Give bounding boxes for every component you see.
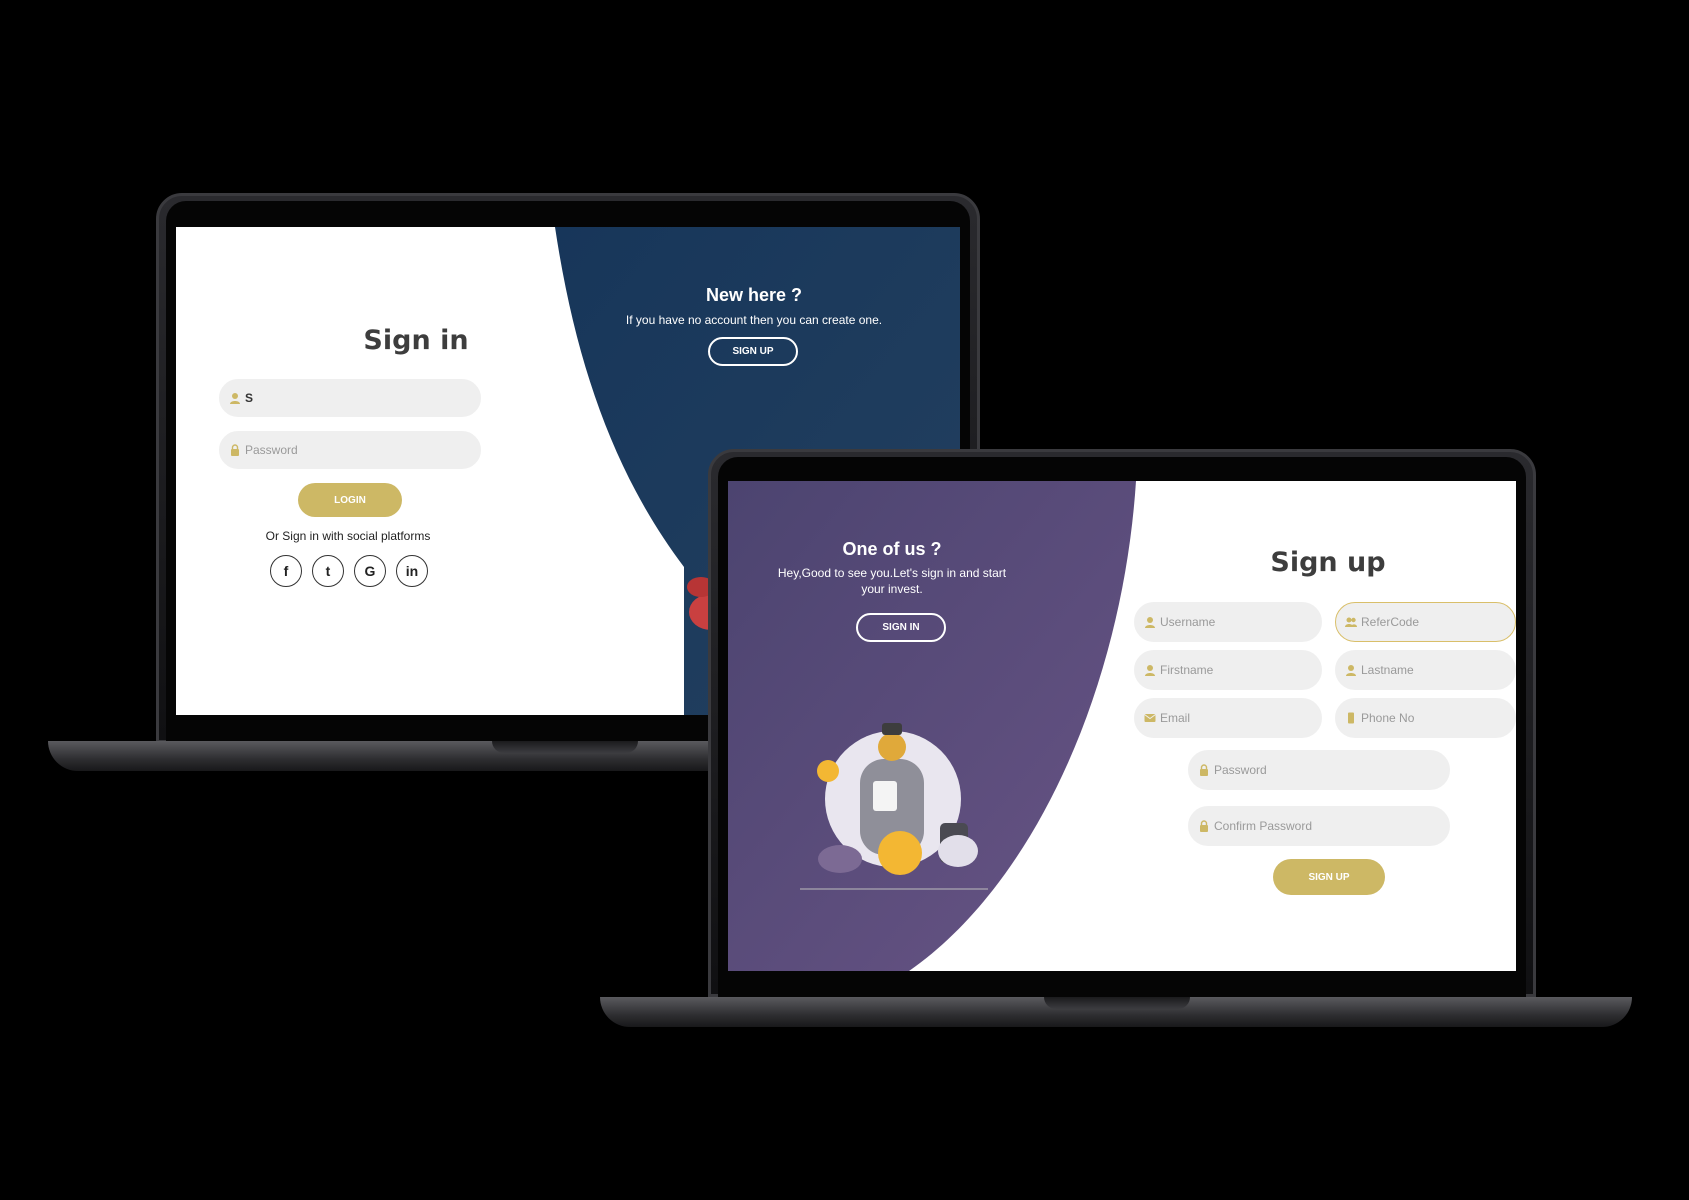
signup-title: Sign up: [1270, 547, 1386, 578]
firstname-placeholder: Firstname: [1160, 663, 1214, 677]
panel-signup-button[interactable]: SIGN UP: [708, 337, 798, 366]
lastname-placeholder: Lastname: [1361, 663, 1414, 677]
user-icon: [1345, 664, 1357, 676]
lastname-input[interactable]: Lastname: [1335, 650, 1516, 690]
twitter-icon[interactable]: t: [312, 555, 344, 587]
one-of-us-text: Hey,Good to see you.Let's sign in and st…: [777, 566, 1007, 596]
user-icon: [1144, 664, 1156, 676]
email-placeholder: Email: [1160, 711, 1191, 725]
password-input[interactable]: Password: [219, 431, 481, 469]
refercode-input[interactable]: ReferCode: [1335, 602, 1516, 642]
user-icon: [1144, 616, 1156, 628]
firstname-input[interactable]: Firstname: [1134, 650, 1322, 690]
signup-submit-button[interactable]: SIGN UP: [1273, 859, 1385, 895]
phone-input[interactable]: Phone No: [1335, 698, 1516, 738]
panel-signin-button[interactable]: SIGN IN: [856, 613, 946, 642]
google-icon[interactable]: G: [354, 555, 386, 587]
lock-icon: [1198, 764, 1210, 776]
lock-icon: [1198, 820, 1210, 832]
signup-screen: One of us ? Hey,Good to see you.Let's si…: [728, 481, 1516, 971]
password-input[interactable]: Password: [1188, 750, 1450, 790]
envelope-icon: [1144, 712, 1156, 724]
linkedin-glyph: in: [405, 563, 419, 579]
refercode-placeholder: ReferCode: [1361, 615, 1420, 629]
signin-title: Sign in: [363, 325, 469, 356]
facebook-glyph: f: [283, 563, 289, 579]
email-input[interactable]: Email: [1134, 698, 1322, 738]
password-placeholder: Password: [245, 443, 298, 457]
users-icon: [1345, 616, 1357, 628]
phone-icon: [1345, 712, 1357, 724]
laptop-notch: [1044, 997, 1190, 1009]
social-text: Or Sign in with social platforms: [265, 529, 431, 543]
confirm-password-placeholder: Confirm Password: [1214, 819, 1313, 833]
facebook-icon[interactable]: f: [270, 555, 302, 587]
user-icon: [229, 392, 241, 404]
login-button[interactable]: LOGIN: [298, 483, 402, 517]
password-placeholder: Password: [1214, 763, 1267, 777]
username-input[interactable]: S: [219, 379, 481, 417]
one-of-us-heading: One of us ?: [842, 539, 942, 559]
username-placeholder: Username: [1160, 615, 1216, 629]
linkedin-icon[interactable]: in: [396, 555, 428, 587]
username-input[interactable]: Username: [1134, 602, 1322, 642]
new-here-heading: New here ?: [705, 285, 803, 305]
twitter-glyph: t: [325, 563, 331, 579]
new-here-text: If you have no account then you can crea…: [625, 313, 883, 327]
phone-placeholder: Phone No: [1361, 711, 1415, 725]
laptop-signup: One of us ? Hey,Good to see you.Let's si…: [600, 449, 1632, 1035]
username-value: S: [245, 391, 254, 405]
confirm-password-input[interactable]: Confirm Password: [1188, 806, 1450, 846]
google-glyph: G: [364, 563, 376, 579]
lock-icon: [229, 444, 241, 456]
